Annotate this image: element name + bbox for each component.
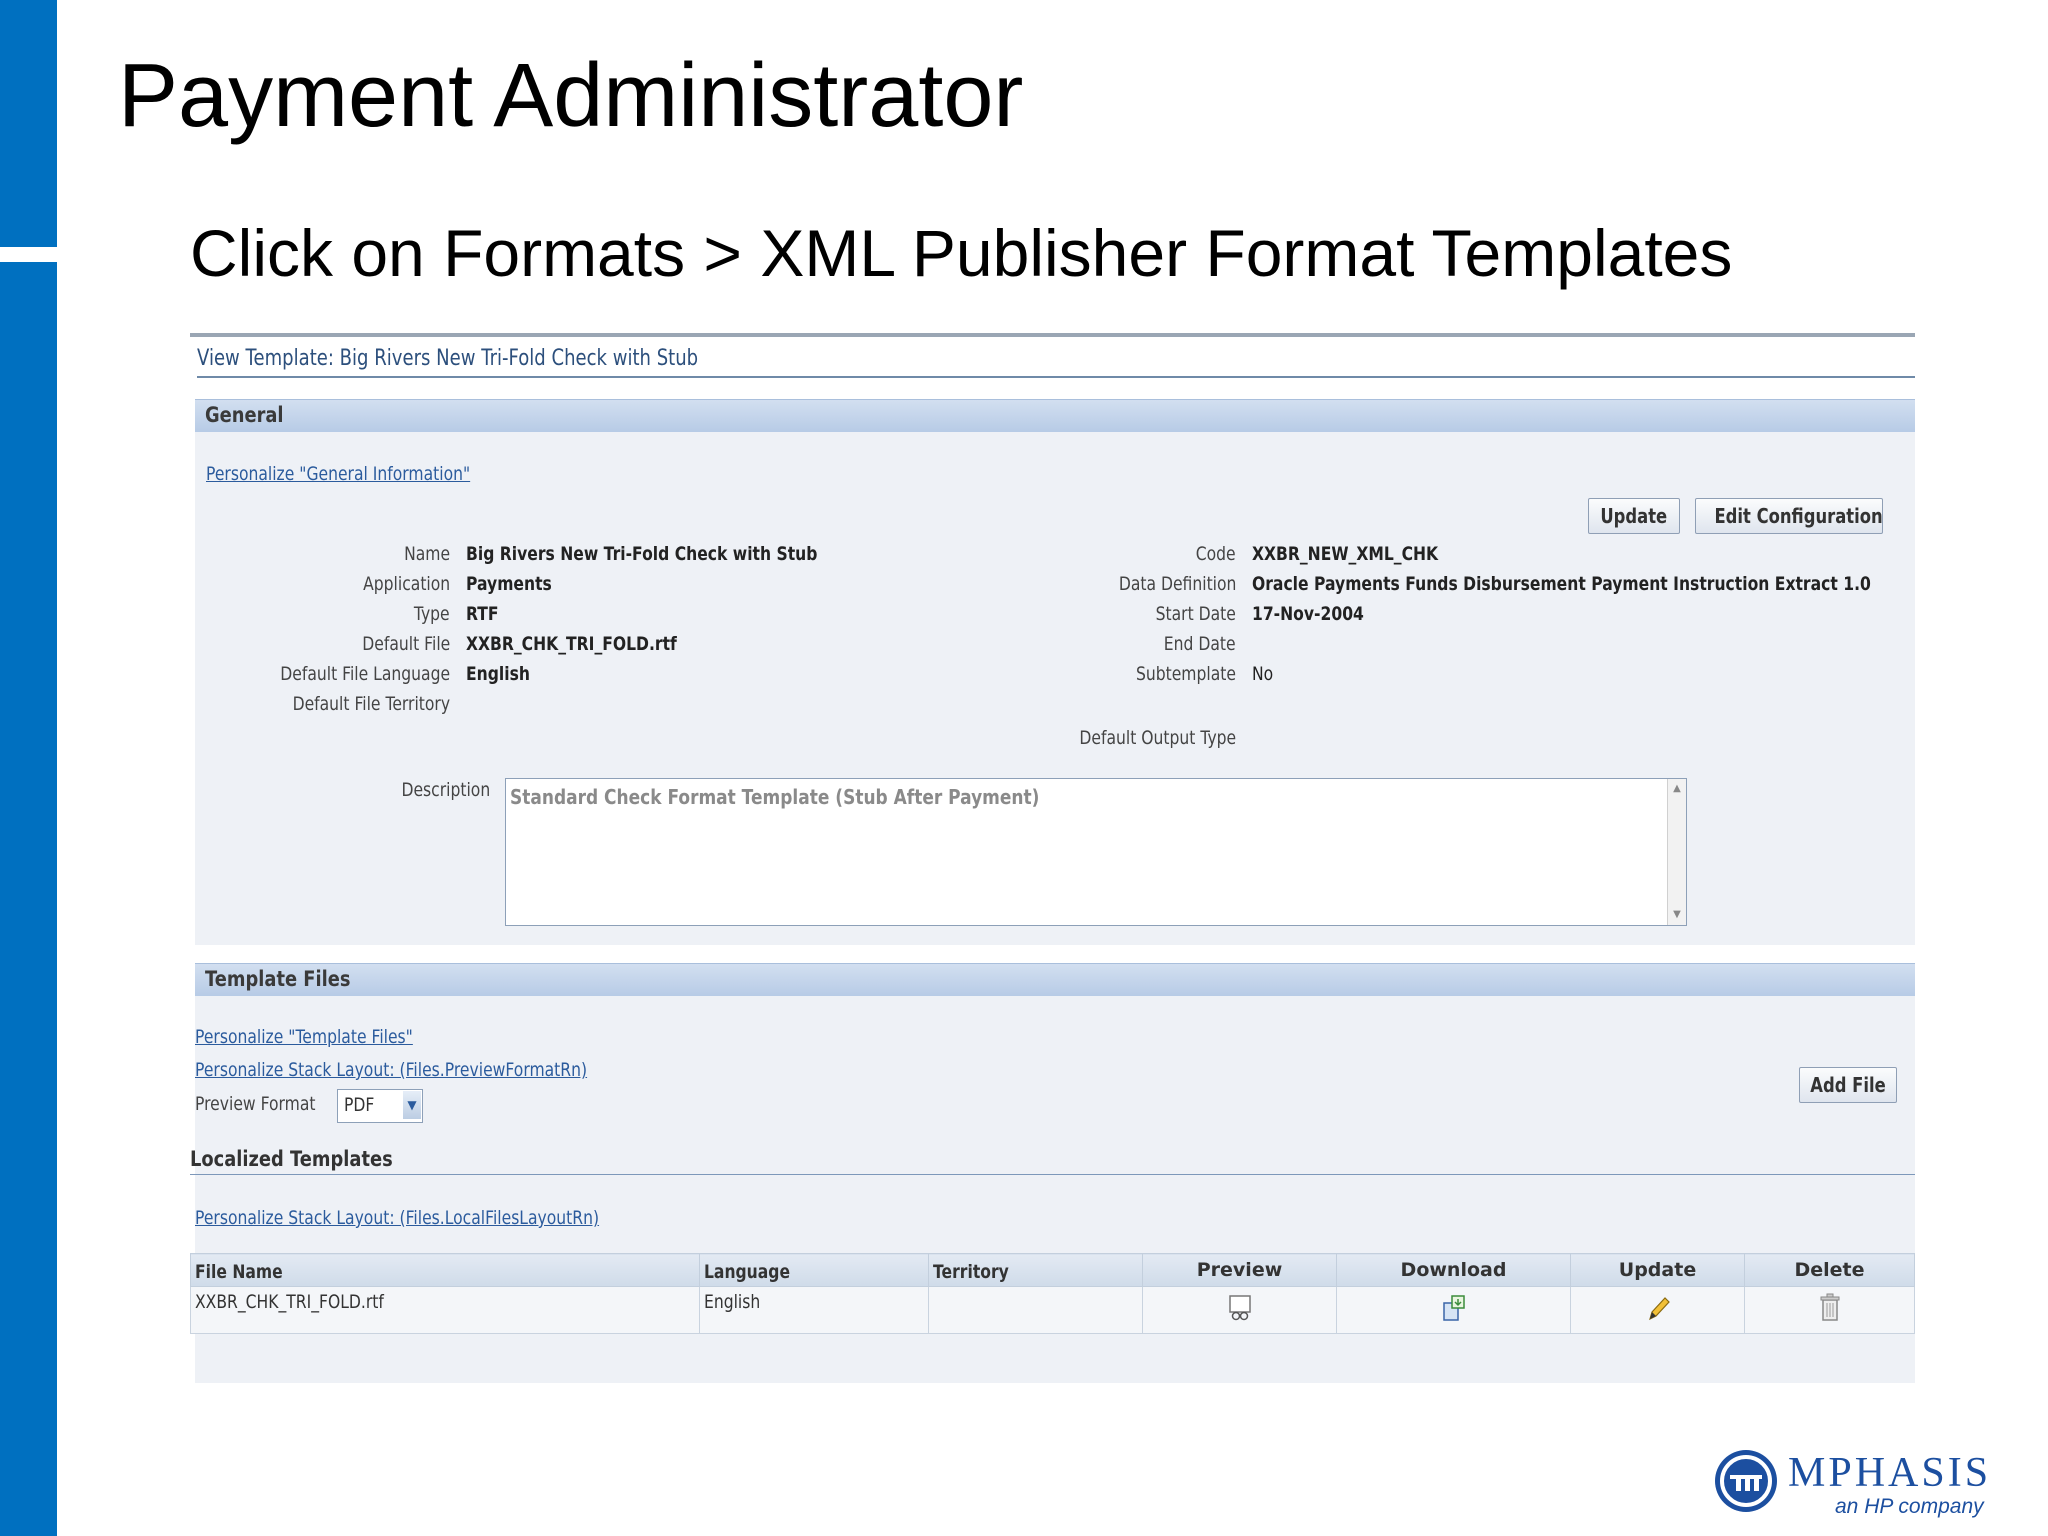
trash-icon[interactable] [1818, 1293, 1842, 1323]
preview-format-select[interactable]: PDF ▼ [337, 1089, 423, 1123]
scroll-down-icon[interactable]: ▼ [1670, 907, 1684, 923]
personalize-general-link[interactable]: Personalize "General Information" [206, 463, 470, 485]
start-date-label: Start Date [1155, 603, 1236, 625]
column-preview: Preview [1142, 1253, 1337, 1287]
default-output-type-label: Default Output Type [1079, 727, 1236, 749]
personalize-local-files-stack-link[interactable]: Personalize Stack Layout: (Files.LocalFi… [195, 1207, 599, 1229]
general-section-header: General [195, 399, 1915, 432]
logo-name: MPHASIS [1788, 1450, 1992, 1496]
default-file-value: XXBR_CHK_TRI_FOLD.rtf [466, 633, 677, 655]
type-value: RTF [466, 603, 499, 625]
application-label: Application [362, 573, 450, 595]
title-divider [197, 376, 1915, 378]
column-language: Language [699, 1253, 929, 1287]
update-cell [1570, 1286, 1745, 1334]
language-cell: English [699, 1286, 929, 1334]
personalize-preview-format-stack-link[interactable]: Personalize Stack Layout: (Files.Preview… [195, 1059, 587, 1081]
edit-configuration-button-label: Edit Configuration [1714, 504, 1883, 528]
add-file-button-label: Add File [1810, 1073, 1886, 1097]
edit-configuration-button[interactable]: Edit Configuration [1695, 498, 1883, 534]
code-value: XXBR_NEW_XML_CHK [1252, 543, 1439, 565]
page-title: View Template: Big Rivers New Tri-Fold C… [197, 346, 699, 371]
default-file-language-value: English [466, 663, 530, 685]
pencil-icon[interactable] [1644, 1293, 1672, 1323]
column-territory: Territory [928, 1253, 1143, 1287]
preview-icon[interactable] [1227, 1294, 1253, 1322]
preview-cell [1142, 1286, 1337, 1334]
logo-tagline: an HP company [1835, 1495, 1984, 1518]
code-label: Code [1196, 543, 1236, 565]
slide-subtitle: Click on Formats > XML Publisher Format … [190, 216, 1733, 290]
end-date-label: End Date [1164, 633, 1236, 655]
default-file-territory-label: Default File Territory [292, 693, 450, 715]
description-label: Description [401, 779, 490, 801]
top-divider [190, 333, 1915, 337]
name-label: Name [404, 543, 450, 565]
download-icon[interactable] [1440, 1293, 1468, 1323]
table-header-row: File Name Language Territory Preview Dow… [190, 1253, 1915, 1287]
mphasis-logo: MPHASIS an HP company [1708, 1447, 1988, 1518]
oracle-screenshot: View Template: Big Rivers New Tri-Fold C… [190, 333, 1915, 1383]
update-button-label: Update [1600, 504, 1668, 528]
column-delete: Delete [1744, 1253, 1915, 1287]
table-row: XXBR_CHK_TRI_FOLD.rtf English [190, 1286, 1915, 1334]
left-accent-bar-bottom [0, 262, 57, 1536]
template-files-section-label: Template Files [205, 967, 351, 991]
application-value: Payments [466, 573, 552, 595]
default-file-label: Default File [362, 633, 450, 655]
personalize-template-files-link[interactable]: Personalize "Template Files" [195, 1026, 413, 1048]
description-scrollbar[interactable]: ▲ ▼ [1667, 779, 1686, 925]
description-text: Standard Check Format Template (Stub Aft… [510, 785, 1040, 809]
preview-format-value: PDF [344, 1094, 375, 1116]
download-cell [1336, 1286, 1571, 1334]
type-label: Type [414, 603, 450, 625]
template-files-section-header: Template Files [195, 963, 1915, 996]
add-file-button[interactable]: Add File [1799, 1067, 1897, 1103]
name-value: Big Rivers New Tri-Fold Check with Stub [466, 543, 818, 565]
default-file-language-label: Default File Language [280, 663, 450, 685]
general-section-label: General [205, 403, 284, 427]
localized-templates-table: File Name Language Territory Preview Dow… [190, 1253, 1915, 1334]
scroll-up-icon[interactable]: ▲ [1670, 781, 1684, 797]
mphasis-logo-icon [1715, 1450, 1777, 1512]
preview-format-label: Preview Format [195, 1093, 316, 1115]
column-update: Update [1570, 1253, 1745, 1287]
chevron-down-icon[interactable]: ▼ [403, 1091, 421, 1119]
slide-title: Payment Administrator [118, 46, 1024, 146]
column-file-name: File Name [190, 1253, 700, 1287]
left-accent-bar-top [0, 0, 57, 247]
file-name-cell: XXBR_CHK_TRI_FOLD.rtf [190, 1286, 700, 1334]
localized-templates-divider [190, 1174, 1915, 1175]
start-date-value: 17-Nov-2004 [1252, 603, 1364, 625]
subtemplate-value: No [1252, 663, 1274, 685]
localized-templates-title: Localized Templates [190, 1147, 393, 1171]
data-definition-value: Oracle Payments Funds Disbursement Payme… [1252, 573, 1871, 595]
update-button[interactable]: Update [1588, 498, 1680, 534]
subtemplate-label: Subtemplate [1136, 663, 1236, 685]
delete-cell [1744, 1286, 1915, 1334]
column-download: Download [1336, 1253, 1571, 1287]
description-textarea[interactable]: Standard Check Format Template (Stub Aft… [505, 778, 1687, 926]
territory-cell [928, 1286, 1143, 1334]
data-definition-label: Data Definition [1118, 573, 1236, 595]
